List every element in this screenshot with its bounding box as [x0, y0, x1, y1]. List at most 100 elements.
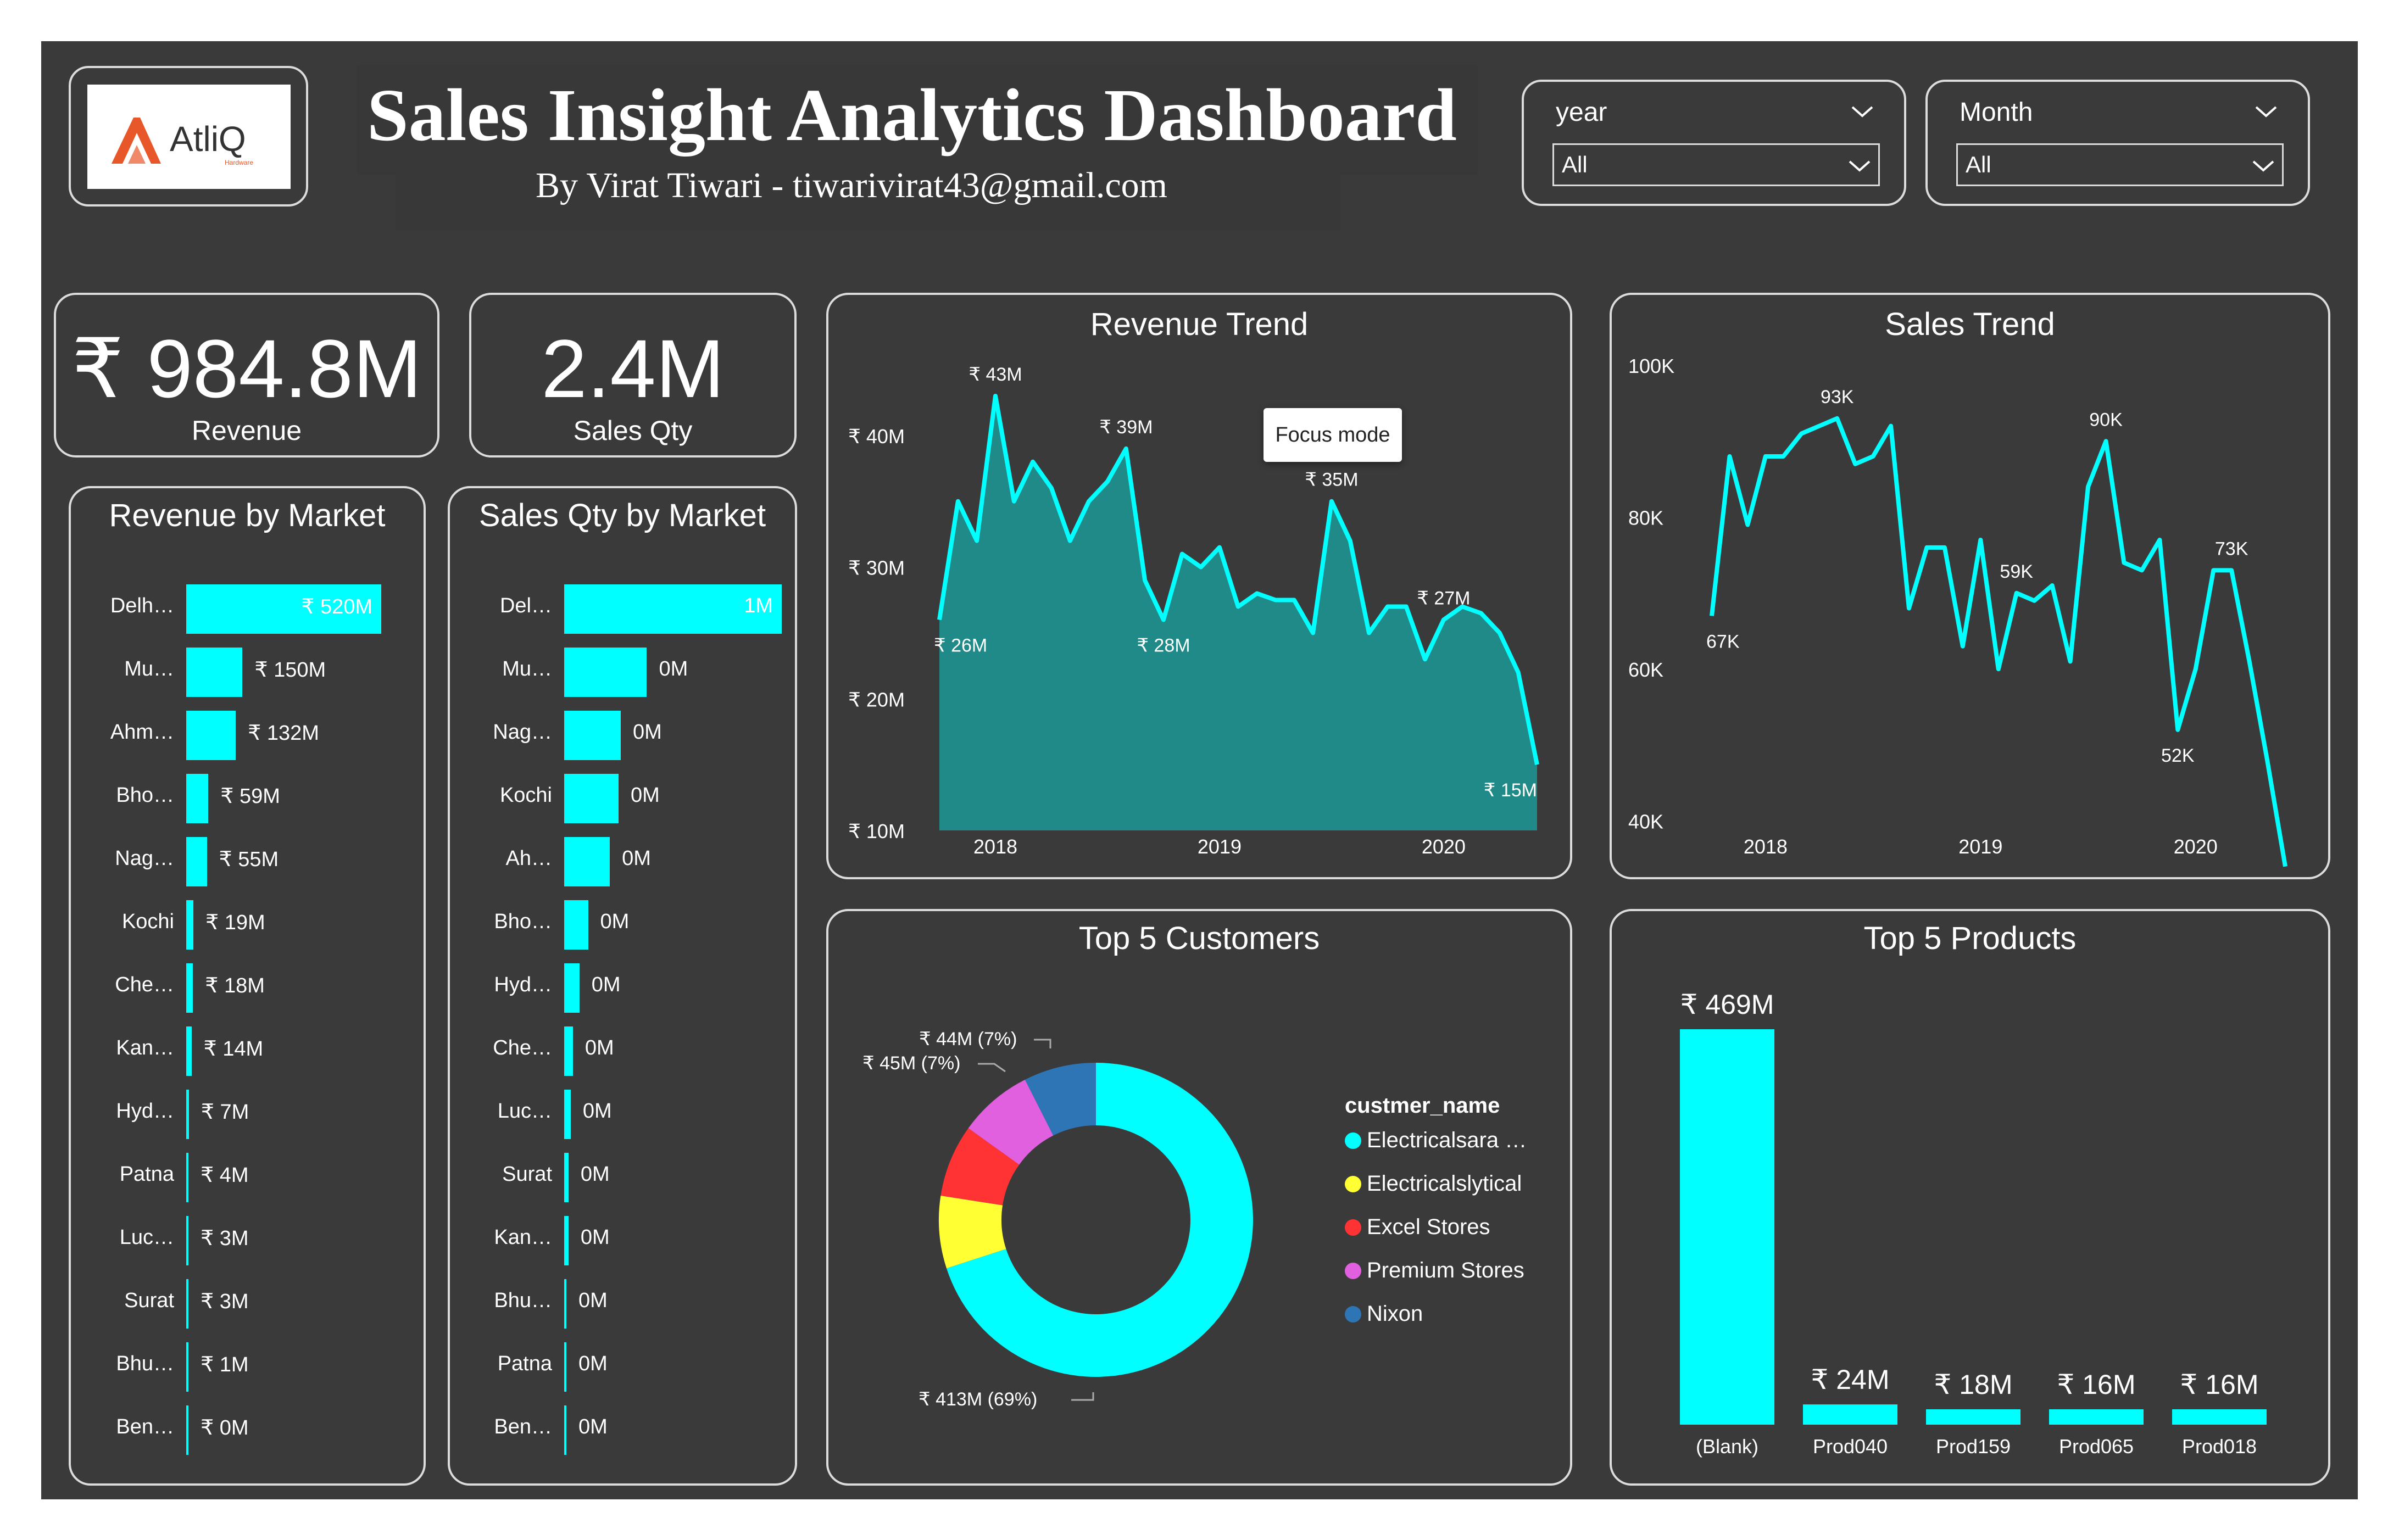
data-label: 67K [1706, 631, 1740, 652]
revenue-kpi-card[interactable]: ₹ 984.8M Revenue [54, 293, 439, 457]
month-filter-card: Month All [1925, 80, 2310, 206]
revenue-trend-card[interactable]: Revenue Trend ₹ 10M ₹ 20M ₹ 30M ₹ 40M 2018 20… [826, 293, 1572, 879]
market-row[interactable]: Mu… 0M [450, 648, 795, 697]
market-value-label: 0M [585, 1036, 614, 1059]
product-category-label: Prod040 [1813, 1435, 1888, 1458]
market-name: Hyd… [494, 973, 552, 996]
sales-line [1710, 416, 2287, 867]
chevron-down-icon[interactable] [2254, 104, 2278, 119]
market-row[interactable]: Surat ₹ 3M [71, 1279, 424, 1329]
revenue-kpi-value: ₹ 984.8M [71, 322, 422, 415]
market-value-label: ₹ 55M [219, 848, 279, 871]
legend-item[interactable]: Excel Stores [1345, 1215, 1490, 1240]
market-value-label: 0M [659, 657, 688, 680]
market-bar [186, 1153, 188, 1202]
data-label: ₹ 15M [1484, 780, 1537, 801]
market-row[interactable]: Che… ₹ 18M [71, 963, 424, 1013]
market-row[interactable]: Ah… 0M [450, 837, 795, 886]
product-value-label: ₹ 18M [1934, 1369, 2013, 1400]
market-bar [564, 1405, 566, 1455]
market-row[interactable]: Ben… ₹ 0M [71, 1405, 424, 1455]
market-row[interactable]: Surat 0M [450, 1153, 795, 1202]
market-row[interactable]: Kan… 0M [450, 1216, 795, 1265]
market-row[interactable]: Hyd… ₹ 7M [71, 1090, 424, 1139]
market-row[interactable]: Kochi ₹ 19M [71, 900, 424, 950]
sales-qty-by-market-card[interactable]: Sales Qty by Market Del… 1M Mu… 0M Nag… 0M Koc… [448, 486, 797, 1486]
market-row[interactable]: Ahm… ₹ 132M [71, 711, 424, 760]
market-value-label: ₹ 132M [248, 722, 319, 745]
x-tick-label: 2020 [2174, 835, 2218, 858]
market-bar [564, 648, 647, 697]
donut-data-label: ₹ 413M (69%) [919, 1389, 1037, 1410]
market-row[interactable]: Hyd… 0M [450, 963, 795, 1013]
data-label: ₹ 39M [1099, 417, 1153, 438]
legend-item[interactable]: Electricalsara … [1345, 1128, 1527, 1153]
legend-item[interactable]: Nixon [1345, 1302, 1423, 1326]
top-products-chart: ₹ 469M (Blank) ₹ 24M Prod040 ₹ 18M Prod159 ₹ 1… [1680, 989, 2267, 1458]
market-bar [564, 1279, 566, 1329]
revenue-area [939, 395, 1537, 830]
market-bar [564, 1342, 566, 1392]
year-dropdown[interactable]: All [1552, 143, 1880, 186]
market-row[interactable]: Patna ₹ 4M [71, 1153, 424, 1202]
market-name: Bhu… [494, 1289, 552, 1312]
revenue-kpi-label: Revenue [191, 415, 302, 446]
market-name: Kan… [494, 1226, 552, 1249]
market-name: Patna [119, 1163, 174, 1186]
market-row[interactable]: Nag… ₹ 55M [71, 837, 424, 886]
market-value-label: ₹ 3M [201, 1290, 249, 1313]
market-name: Mu… [124, 657, 174, 680]
market-row[interactable]: Bhu… ₹ 1M [71, 1342, 424, 1392]
market-row[interactable]: Che… 0M [450, 1026, 795, 1076]
market-value-label: 0M [580, 1226, 610, 1249]
product-value-label: ₹ 16M [2057, 1369, 2136, 1400]
focus-mode-tooltip[interactable]: Focus mode [1263, 408, 1402, 462]
chevron-down-icon[interactable] [1850, 104, 1874, 119]
market-row[interactable]: Nag… 0M [450, 711, 795, 760]
top-products-card[interactable]: Top 5 Products ₹ 469M (Blank) ₹ 24M Prod040… [1610, 909, 2330, 1486]
product-bar [1680, 1029, 1774, 1425]
legend-item[interactable]: Electricalslytical [1345, 1171, 1522, 1196]
revenue-by-market-card[interactable]: Revenue by Market Delh… ₹ 520M Mu… ₹ 150M Ah… [69, 486, 426, 1486]
market-row[interactable]: Kan… ₹ 14M [71, 1026, 424, 1076]
logo-subtext: Hardware [225, 159, 254, 166]
data-label: 93K [1821, 387, 1854, 408]
market-bar [186, 1090, 189, 1139]
legend-dot [1345, 1306, 1361, 1323]
sales-trend-card[interactable]: Sales Trend 40K 60K 80K 100K 2018 2019 2020 67K… [1610, 293, 2330, 879]
product-value-label: ₹ 16M [2180, 1369, 2259, 1400]
market-row[interactable]: Kochi 0M [450, 774, 795, 823]
market-row[interactable]: Bho… ₹ 59M [71, 774, 424, 823]
leader-line [1034, 1039, 1051, 1048]
top-customers-card[interactable]: Top 5 Customers ₹ 413M (69%) ₹ 45M (7%) ₹ … [826, 909, 1572, 1486]
market-name: Hyd… [116, 1100, 174, 1123]
sales-qty-kpi-label: Sales Qty [573, 415, 693, 446]
legend-label: Electricalslytical [1367, 1171, 1522, 1196]
sales-qty-kpi-card[interactable]: 2.4M Sales Qty [469, 293, 797, 457]
market-name: Ben… [116, 1415, 174, 1438]
y-tick-label: 100K [1628, 355, 1674, 377]
market-row[interactable]: Mu… ₹ 150M [71, 648, 424, 697]
donut-data-label: ₹ 45M (7%) [862, 1053, 960, 1074]
product-category-label: Prod065 [2059, 1435, 2134, 1458]
market-bar [564, 1153, 569, 1202]
market-row[interactable]: Ben… 0M [450, 1405, 795, 1455]
market-value-label: ₹ 3M [201, 1227, 249, 1250]
month-dropdown-value: All [1966, 152, 1991, 177]
data-label: 52K [2161, 745, 2195, 766]
month-dropdown[interactable]: All [1956, 143, 2284, 186]
market-row[interactable]: Delh… ₹ 520M [71, 584, 424, 634]
market-name: Bho… [116, 784, 174, 807]
legend-label: Electricalsara … [1367, 1128, 1527, 1152]
product-value-label: ₹ 469M [1680, 989, 1774, 1020]
legend-item[interactable]: Premium Stores [1345, 1258, 1524, 1283]
market-row[interactable]: Luc… ₹ 3M [71, 1216, 424, 1265]
market-row[interactable]: Patna 0M [450, 1342, 795, 1392]
market-row[interactable]: Del… 1M [450, 584, 795, 634]
market-row[interactable]: Bhu… 0M [450, 1279, 795, 1329]
market-value-label: 0M [632, 721, 662, 744]
market-row[interactable]: Luc… 0M [450, 1090, 795, 1139]
market-row[interactable]: Bho… 0M [450, 900, 795, 950]
market-value-label: ₹ 14M [203, 1037, 264, 1061]
product-category-label: Prod159 [1936, 1435, 2011, 1458]
